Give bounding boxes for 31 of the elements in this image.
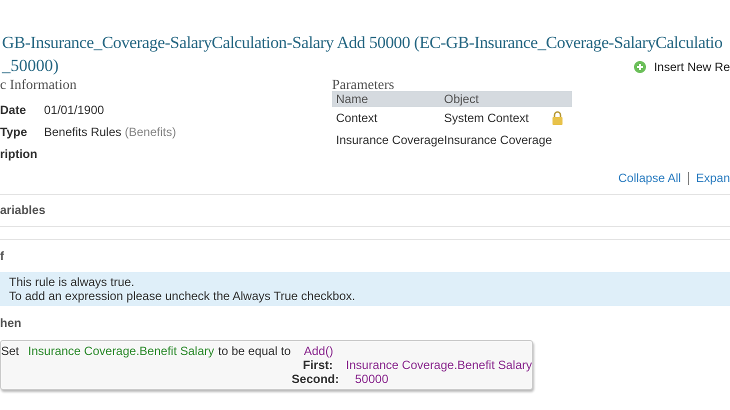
section-heading: Parameters <box>332 77 396 91</box>
page-title: _50000) <box>0 55 59 77</box>
info-message: This rule is always true. To add an expression please uncheck the Always True checkbox. <box>0 272 730 306</box>
table-cell-text: Insurance Coverage <box>335 132 444 149</box>
argument-label: First: <box>302 358 333 372</box>
field-label: Date <box>0 102 28 119</box>
table-cell-text: Context <box>335 110 378 127</box>
page-title: GB-Insurance_Coverage-SalaryCalculation-Salary Add 50000 (EC-GB-Insurance_Coverage-SalaryCalculatio <box>2 32 722 54</box>
table-cell-text: Insurance Coverage <box>444 132 552 149</box>
table-cell-text: System Context <box>444 110 530 127</box>
field-value: 01/01/1900 <box>44 102 104 119</box>
link[interactable]: Expan <box>696 169 730 187</box>
argument-value: Insurance Coverage.Benefit Salary <box>346 358 532 372</box>
column-header: Name <box>335 91 370 108</box>
field-label: Type <box>0 124 28 141</box>
target-field: Insurance Coverage.Benefit Salary <box>28 344 214 358</box>
keyword: Set <box>1 344 20 358</box>
function-name: Add() <box>304 344 334 358</box>
plus-icon <box>634 61 646 73</box>
keyword: to be equal to <box>218 344 291 358</box>
field-label: ription <box>0 146 38 163</box>
section-heading: c Information <box>0 77 78 95</box>
argument-label: Second: <box>290 372 339 386</box>
column-header: Object <box>444 91 479 108</box>
section-heading: hen <box>0 315 22 332</box>
field-value: Benefits Rules (Benefits) <box>44 124 176 141</box>
section-heading: f <box>0 248 5 265</box>
insert-new-record-button[interactable]: Insert New Re <box>654 58 730 76</box>
section-heading: ariables <box>0 202 46 219</box>
link[interactable]: Collapse All <box>618 169 681 187</box>
argument-value: 50000 <box>355 372 388 386</box>
